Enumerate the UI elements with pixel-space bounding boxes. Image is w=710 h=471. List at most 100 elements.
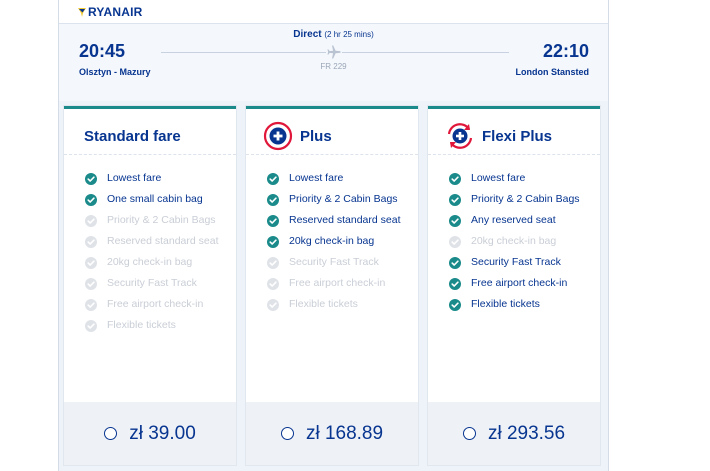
- feature-item: 20kg check-in bag: [267, 234, 410, 249]
- feature-label: Reserved standard seat: [289, 214, 401, 226]
- check-circle-icon: [267, 173, 279, 185]
- feature-label: Priority & 2 Cabin Bags: [471, 193, 580, 205]
- check-circle-disabled-icon: [267, 278, 279, 290]
- price-option-plus[interactable]: zł 168.89: [246, 402, 418, 465]
- feature-label: One small cabin bag: [107, 193, 203, 205]
- feature-list: Lowest fare Priority & 2 Cabin Bags Reserv…: [267, 171, 410, 318]
- feature-item: 20kg check-in bag: [449, 234, 592, 249]
- feature-item: Flexible tickets: [267, 297, 410, 312]
- feature-list: Lowest fare One small cabin bag Priority &…: [85, 171, 228, 339]
- feature-item: Flexible tickets: [449, 297, 592, 312]
- feature-item: Lowest fare: [449, 171, 592, 186]
- feature-label: Security Fast Track: [107, 277, 197, 289]
- feature-label: Lowest fare: [107, 172, 162, 184]
- check-circle-disabled-icon: [85, 236, 97, 248]
- check-circle-disabled-icon: [267, 257, 279, 269]
- plus-circle-icon: [263, 121, 293, 151]
- check-circle-icon: [449, 278, 461, 290]
- feature-item: Lowest fare: [85, 171, 228, 186]
- card-divider: [64, 154, 236, 155]
- feature-label: Flexible tickets: [289, 298, 358, 310]
- fare-price: zł 293.56: [487, 422, 566, 444]
- feature-item: Free airport check-in: [267, 276, 410, 291]
- feature-label: Free airport check-in: [107, 298, 204, 310]
- check-circle-icon: [267, 236, 279, 248]
- check-circle-icon: [449, 257, 461, 269]
- feature-item: Lowest fare: [267, 171, 410, 186]
- card-divider: [428, 154, 600, 155]
- check-circle-disabled-icon: [85, 278, 97, 290]
- check-circle-icon: [449, 215, 461, 227]
- feature-list: Lowest fare Priority & 2 Cabin Bags Any re…: [449, 171, 592, 318]
- flexi-plus-icon: [445, 121, 475, 151]
- brand-name: RYANAIR: [88, 5, 143, 19]
- fare-card-standard[interactable]: Standard fare Lowest fare One small cabin…: [64, 106, 236, 465]
- fare-title-row: Plus: [263, 121, 332, 151]
- arrival-city: London Stansted: [515, 67, 590, 77]
- radio-button[interactable]: [280, 427, 294, 440]
- fare-card-flexi-plus[interactable]: Flexi Plus Lowest fare Priority & 2 Cabin…: [428, 106, 600, 465]
- arrival-time: 22:10: [542, 41, 589, 61]
- check-circle-icon: [449, 194, 461, 206]
- feature-item: Priority & 2 Cabin Bags: [449, 192, 592, 207]
- card-divider: [246, 154, 418, 155]
- feature-label: Security Fast Track: [471, 256, 561, 268]
- check-circle-icon: [85, 194, 97, 206]
- price-option-standard[interactable]: zł 39.00: [64, 402, 236, 465]
- check-circle-disabled-icon: [449, 236, 461, 248]
- feature-label: 20kg check-in bag: [289, 235, 375, 247]
- ryanair-logo[interactable]: RYANAIR: [77, 5, 143, 19]
- check-circle-disabled-icon: [85, 299, 97, 311]
- fare-title-row: Flexi Plus: [445, 121, 553, 151]
- flight-type-label: Direct: [293, 29, 322, 40]
- feature-item: Free airport check-in: [449, 276, 592, 291]
- feature-item: Any reserved seat: [449, 213, 592, 228]
- departure-time: 20:45: [79, 41, 126, 61]
- price-option-flexi-plus[interactable]: zł 293.56: [428, 402, 600, 465]
- feature-item: Free airport check-in: [85, 297, 228, 312]
- feature-item: 20kg check-in bag: [85, 255, 228, 270]
- fare-card-plus[interactable]: Plus Lowest fare Priority & 2 Cabin Bags R…: [246, 106, 418, 465]
- feature-label: Lowest fare: [471, 172, 526, 184]
- feature-label: Priority & 2 Cabin Bags: [289, 193, 398, 205]
- check-circle-disabled-icon: [85, 257, 97, 269]
- feature-item: Security Fast Track: [449, 255, 592, 270]
- plane-icon: [326, 44, 342, 60]
- radio-button[interactable]: [462, 427, 476, 440]
- feature-item: Priority & 2 Cabin Bags: [267, 192, 410, 207]
- fare-title: Flexi Plus: [482, 127, 553, 145]
- feature-label: Flexible tickets: [471, 298, 540, 310]
- flight-summary: 20:45 Olsztyn - Mazury Direct (2 hr 25 m…: [59, 24, 608, 101]
- feature-label: 20kg check-in bag: [107, 256, 193, 268]
- flight-type: Direct (2 hr 25 mins): [59, 29, 608, 40]
- check-circle-icon: [267, 194, 279, 206]
- fare-price: zł 168.89: [305, 422, 384, 444]
- check-circle-disabled-icon: [85, 320, 97, 332]
- feature-label: Lowest fare: [289, 172, 344, 184]
- feature-label: Security Fast Track: [289, 256, 379, 268]
- feature-label: Priority & 2 Cabin Bags: [107, 214, 216, 226]
- feature-label: Any reserved seat: [471, 214, 556, 226]
- feature-item: Priority & 2 Cabin Bags: [85, 213, 228, 228]
- flight-duration: (2 hr 25 mins): [324, 30, 374, 39]
- fare-title: Standard fare: [84, 127, 181, 145]
- fare-price: zł 39.00: [129, 422, 196, 444]
- feature-item: Flexible tickets: [85, 318, 228, 333]
- feature-label: Free airport check-in: [289, 277, 386, 289]
- feature-item: One small cabin bag: [85, 192, 228, 207]
- fare-title: Plus: [300, 127, 332, 145]
- check-circle-icon: [449, 173, 461, 185]
- feature-item: Security Fast Track: [267, 255, 410, 270]
- top-bar: RYANAIR: [59, 0, 608, 24]
- feature-item: Reserved standard seat: [85, 234, 228, 249]
- feature-label: 20kg check-in bag: [471, 235, 557, 247]
- feature-item: Security Fast Track: [85, 276, 228, 291]
- harp-icon: [78, 7, 86, 17]
- check-circle-disabled-icon: [85, 215, 97, 227]
- feature-label: Flexible tickets: [107, 319, 176, 331]
- check-circle-icon: [267, 215, 279, 227]
- feature-label: Free airport check-in: [471, 277, 568, 289]
- check-circle-disabled-icon: [267, 299, 279, 311]
- check-circle-icon: [85, 173, 97, 185]
- radio-button[interactable]: [104, 427, 118, 440]
